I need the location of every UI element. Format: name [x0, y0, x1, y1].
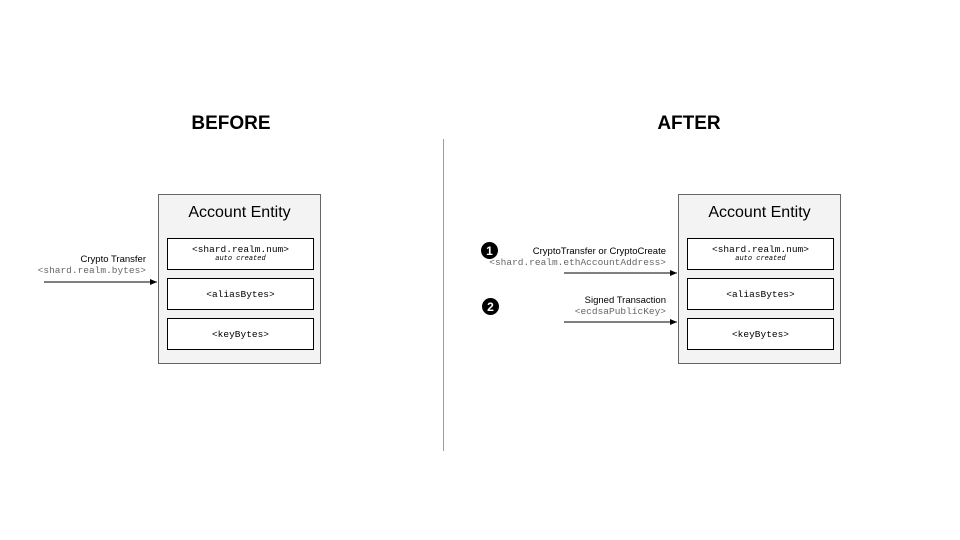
arrows-layer — [44, 270, 677, 325]
